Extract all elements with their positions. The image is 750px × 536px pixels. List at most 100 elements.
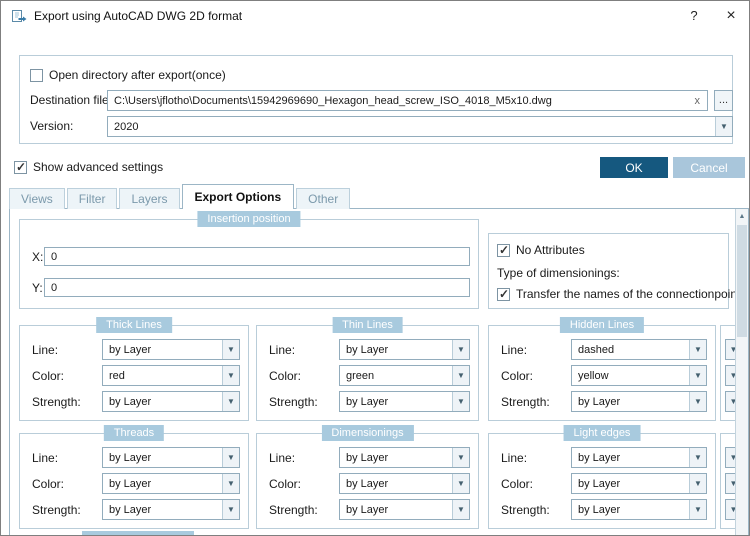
y-label: Y: — [32, 281, 43, 295]
open-directory-checkbox[interactable]: Open directory after export(once) — [30, 68, 226, 82]
group-title: Thin Lines — [332, 317, 403, 333]
dropdown-arrow-icon[interactable] — [452, 366, 469, 385]
dropdown-value: yellow — [578, 369, 609, 382]
dropdown-arrow-icon[interactable] — [689, 366, 706, 385]
destination-label: Destination file: — [30, 93, 113, 107]
dimensionings-group: Dimensionings Line: by Layer Color: by L… — [256, 425, 479, 529]
no-attributes-checkbox[interactable]: No Attributes — [497, 243, 585, 257]
clipped-group-title — [82, 531, 194, 535]
clear-icon[interactable]: x — [688, 95, 708, 107]
color-label: Color: — [269, 369, 302, 383]
thick-lines-line-select[interactable]: by Layer — [102, 339, 240, 360]
dropdown-arrow-icon[interactable] — [452, 392, 469, 411]
dropdown-arrow-icon[interactable] — [452, 500, 469, 519]
threads-line-select[interactable]: by Layer — [102, 447, 240, 468]
group-title: Dimensionings — [321, 425, 414, 441]
ok-button[interactable]: OK — [600, 157, 668, 178]
threads-strength-select[interactable]: by Layer — [102, 499, 240, 520]
version-select[interactable]: 2020 — [107, 116, 733, 137]
dimensionings-line-select[interactable]: by Layer — [339, 447, 470, 468]
threads-color-select[interactable]: by Layer — [102, 473, 240, 494]
checkbox-icon[interactable] — [497, 243, 510, 257]
checkbox-icon[interactable] — [14, 160, 27, 174]
dropdown-arrow-icon[interactable] — [452, 448, 469, 467]
vertical-scrollbar[interactable] — [735, 209, 748, 535]
transfer-connectionpoints-checkbox[interactable]: Transfer the names of the connectionpoin… — [497, 287, 746, 301]
tab-layers[interactable]: Layers — [119, 188, 180, 209]
dropdown-arrow-icon[interactable] — [222, 366, 239, 385]
y-value: 0 — [51, 281, 58, 294]
destination-input[interactable]: C:\Users\jflotho\Documents\15942969690_H… — [107, 90, 708, 111]
dimensionings-strength-select[interactable]: by Layer — [339, 499, 470, 520]
thick-lines-strength-select[interactable]: by Layer — [102, 391, 240, 412]
light-edges-line-select[interactable]: by Layer — [571, 447, 707, 468]
scroll-up-arrow-icon[interactable] — [736, 209, 748, 223]
transfer-connectionpoints-label: Transfer the names of the connectionpoin… — [516, 287, 747, 301]
light-edges-color-select[interactable]: by Layer — [571, 473, 707, 494]
strength-label: Strength: — [269, 395, 318, 409]
dropdown-arrow-icon[interactable] — [715, 117, 732, 136]
thick-lines-group: Thick Lines Line: by Layer Color: red St… — [19, 317, 249, 421]
dropdown-arrow-icon[interactable] — [689, 392, 706, 411]
strength-label: Strength: — [501, 503, 550, 517]
y-input[interactable]: 0 — [44, 278, 470, 297]
group-title: Threads — [103, 425, 165, 441]
browse-button[interactable]: ... — [714, 90, 733, 111]
dropdown-arrow-icon[interactable] — [222, 500, 239, 519]
color-label: Color: — [32, 477, 65, 491]
export-settings-group: Open directory after export(once) Destin… — [19, 55, 733, 144]
dimensionings-color-select[interactable]: by Layer — [339, 473, 470, 494]
strength-label: Strength: — [32, 503, 81, 517]
dropdown-arrow-icon[interactable] — [222, 392, 239, 411]
dropdown-arrow-icon[interactable] — [689, 474, 706, 493]
tab-other[interactable]: Other — [296, 188, 351, 209]
x-value: 0 — [51, 250, 58, 263]
thin-lines-line-select[interactable]: by Layer — [339, 339, 470, 360]
dropdown-value: by Layer — [346, 395, 389, 408]
show-advanced-checkbox[interactable]: Show advanced settings — [14, 160, 163, 174]
dropdown-value: by Layer — [109, 477, 152, 490]
dropdown-arrow-icon[interactable] — [452, 340, 469, 359]
dropdown-value: by Layer — [346, 451, 389, 464]
cancel-button[interactable]: Cancel — [673, 157, 745, 178]
dropdown-arrow-icon[interactable] — [222, 448, 239, 467]
x-input[interactable]: 0 — [44, 247, 470, 266]
thin-lines-group: Thin Lines Line: by Layer Color: green S… — [256, 317, 479, 421]
dropdown-value: by Layer — [578, 395, 621, 408]
open-directory-label: Open directory after export(once) — [49, 68, 226, 82]
dropdown-arrow-icon[interactable] — [689, 500, 706, 519]
hidden-lines-strength-select[interactable]: by Layer — [571, 391, 707, 412]
dropdown-arrow-icon[interactable] — [689, 340, 706, 359]
help-button[interactable]: ? — [685, 7, 703, 25]
scrollbar-thumb[interactable] — [737, 225, 747, 337]
light-edges-strength-select[interactable]: by Layer — [571, 499, 707, 520]
strength-label: Strength: — [269, 503, 318, 517]
dropdown-arrow-icon[interactable] — [689, 448, 706, 467]
dropdown-arrow-icon[interactable] — [222, 340, 239, 359]
dropdown-arrow-icon[interactable] — [222, 474, 239, 493]
thin-lines-strength-select[interactable]: by Layer — [339, 391, 470, 412]
checkbox-icon[interactable] — [30, 68, 43, 82]
thick-lines-color-select[interactable]: red — [102, 365, 240, 386]
tab-bar: Views Filter Layers Export Options Other — [9, 184, 351, 209]
dropdown-arrow-icon[interactable] — [452, 474, 469, 493]
line-label: Line: — [501, 451, 528, 465]
hidden-lines-line-select[interactable]: dashed — [571, 339, 707, 360]
dropdown-value: by Layer — [346, 503, 389, 516]
dropdown-value: by Layer — [109, 343, 152, 356]
color-label: Color: — [501, 369, 534, 383]
close-button[interactable]: × — [719, 5, 743, 27]
tab-views[interactable]: Views — [9, 188, 65, 209]
strength-label: Strength: — [501, 395, 550, 409]
dropdown-value: by Layer — [578, 503, 621, 516]
group-title: Insertion position — [197, 211, 301, 227]
light-edges-group: Light edges Line: by Layer Color: by Lay… — [488, 425, 716, 529]
color-label: Color: — [269, 477, 302, 491]
tab-filter[interactable]: Filter — [66, 188, 118, 209]
checkbox-icon[interactable] — [497, 287, 510, 301]
thin-lines-color-select[interactable]: green — [339, 365, 470, 386]
hidden-lines-color-select[interactable]: yellow — [571, 365, 707, 386]
tab-export-options[interactable]: Export Options — [181, 184, 295, 209]
line-label: Line: — [32, 343, 59, 357]
export-dialog: Export using AutoCAD DWG 2D format ? × O… — [0, 0, 750, 536]
